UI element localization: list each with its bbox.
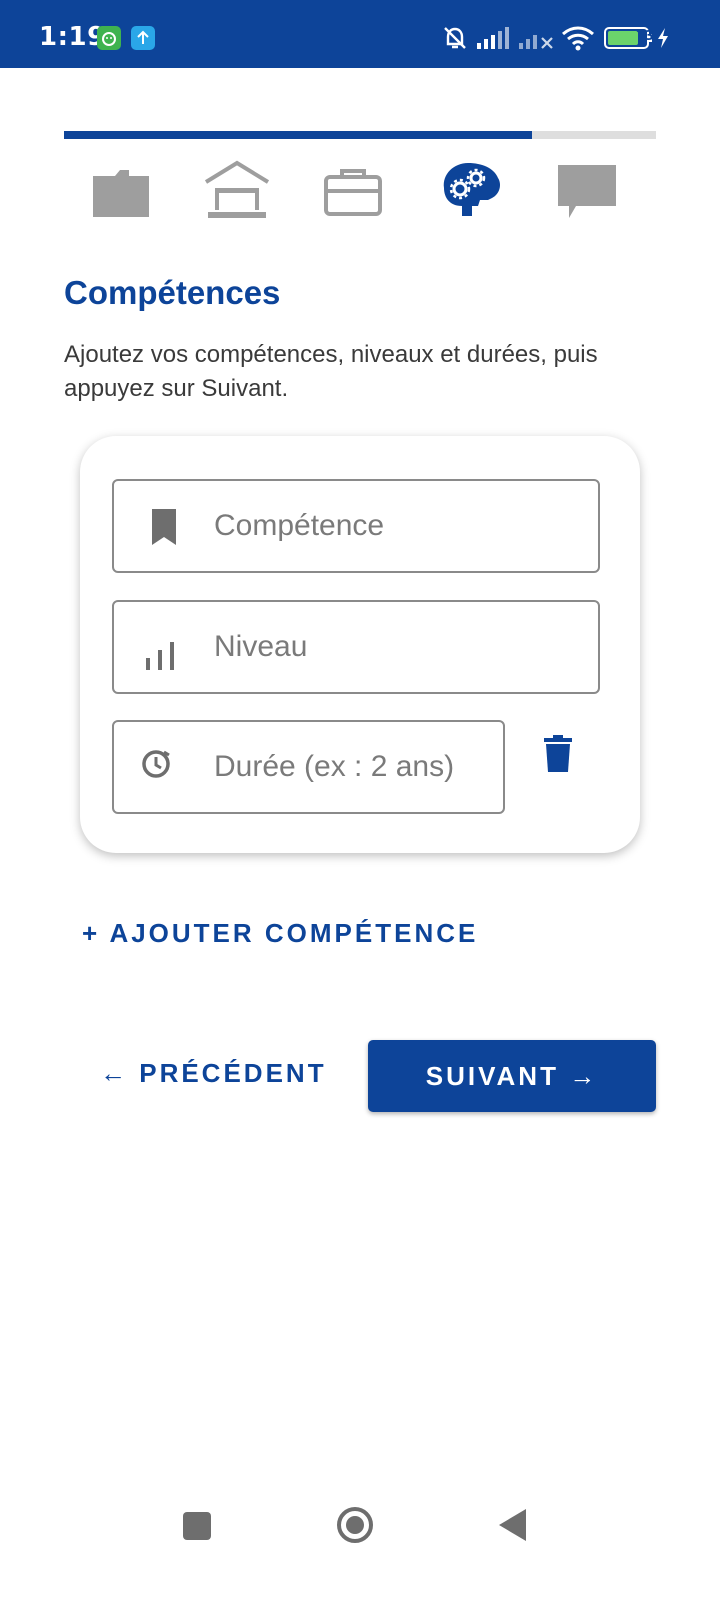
step-briefcase[interactable] <box>313 160 393 230</box>
skill-input[interactable] <box>214 481 588 571</box>
timer-icon <box>142 750 170 778</box>
status-bar: 1:19 73 <box>0 0 720 68</box>
bell-off-icon <box>444 27 466 49</box>
chat-icon <box>558 165 616 218</box>
level-field[interactable] <box>112 600 600 694</box>
signal-icon <box>477 27 509 49</box>
step-folder[interactable] <box>82 160 162 230</box>
charging-icon <box>658 28 668 48</box>
step-chat[interactable] <box>551 160 631 230</box>
progress-bar <box>64 131 656 139</box>
step-school[interactable] <box>197 160 277 230</box>
page-subtitle: Ajoutez vos compétences, niveaux et duré… <box>64 341 598 402</box>
school-icon <box>204 160 270 218</box>
add-skill-button[interactable]: + AJOUTER COMPÉTENCE <box>82 918 478 949</box>
previous-button[interactable]: ← PRÉCÉDENT <box>100 1058 327 1089</box>
home-icon[interactable] <box>335 1505 375 1545</box>
progress-fill <box>64 131 532 139</box>
briefcase-icon <box>324 169 382 216</box>
skill-field[interactable] <box>112 479 600 573</box>
delete-icon[interactable] <box>540 734 576 774</box>
page-title: Compétences <box>64 274 281 311</box>
recent-apps-icon[interactable] <box>182 1511 212 1541</box>
wifi-icon <box>562 26 594 51</box>
upload-icon <box>131 26 155 50</box>
step-skills[interactable] <box>432 160 512 230</box>
notification-app-icon <box>97 26 121 50</box>
back-icon[interactable] <box>497 1507 529 1543</box>
next-button[interactable]: SUIVANT → <box>368 1040 656 1112</box>
status-time: 1:19 <box>39 22 106 52</box>
duration-input[interactable] <box>214 722 493 812</box>
level-input[interactable] <box>214 602 588 692</box>
folder-icon <box>93 170 149 217</box>
duration-field[interactable] <box>112 720 505 814</box>
signal-no-service-icon <box>519 35 553 49</box>
brain-gears-icon <box>443 163 500 216</box>
skill-card <box>80 436 640 853</box>
bookmark-icon <box>152 509 176 545</box>
level-bars-icon <box>146 642 174 670</box>
system-nav-bar <box>0 1505 720 1600</box>
